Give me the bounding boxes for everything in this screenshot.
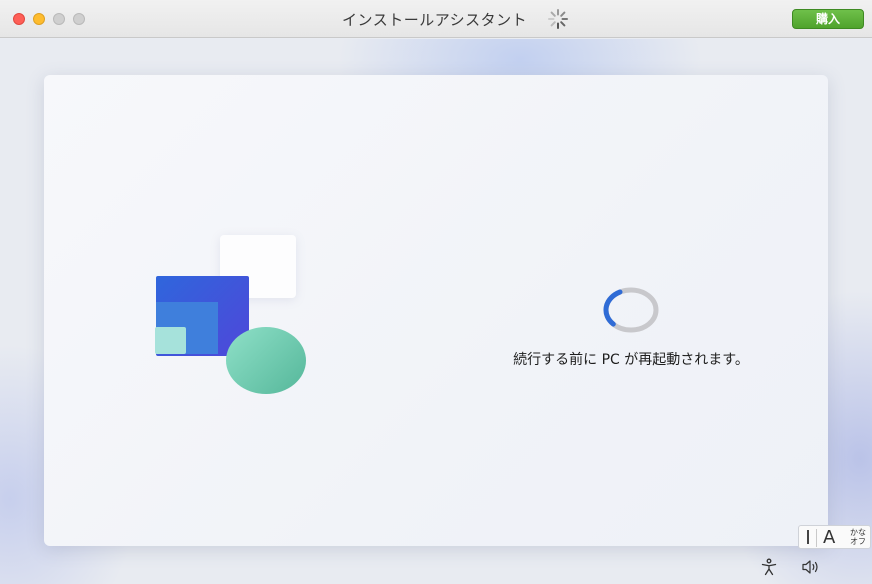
- ime-mode-letter: A: [823, 527, 836, 548]
- restart-message: 続行する前に PC が再起動されます。: [513, 352, 749, 368]
- title-bar: インストールアシスタント 購入: [0, 0, 872, 38]
- minimize-button[interactable]: [33, 13, 45, 25]
- window-extra-button[interactable]: [73, 13, 85, 25]
- windows-illustration: [154, 234, 314, 399]
- ime-kana-label: かな オフ: [848, 528, 868, 546]
- ime-kana-line1: かな: [850, 528, 866, 537]
- ime-separator: [816, 529, 817, 547]
- loading-ring-icon: [603, 287, 659, 333]
- ime-indicator[interactable]: A かな オフ: [798, 525, 871, 549]
- ime-kana-line2: オフ: [850, 537, 866, 546]
- buy-button[interactable]: 購入: [792, 9, 864, 29]
- close-button[interactable]: [13, 13, 25, 25]
- zoom-button[interactable]: [53, 13, 65, 25]
- text-caret-icon: [807, 530, 809, 544]
- activity-spinner-icon: [548, 9, 568, 29]
- accessibility-icon[interactable]: [760, 558, 778, 576]
- volume-icon[interactable]: [801, 559, 821, 575]
- illustration-green-circle: [226, 327, 306, 394]
- illustration-mint-square: [155, 327, 186, 354]
- window-title: インストールアシスタント: [342, 11, 528, 29]
